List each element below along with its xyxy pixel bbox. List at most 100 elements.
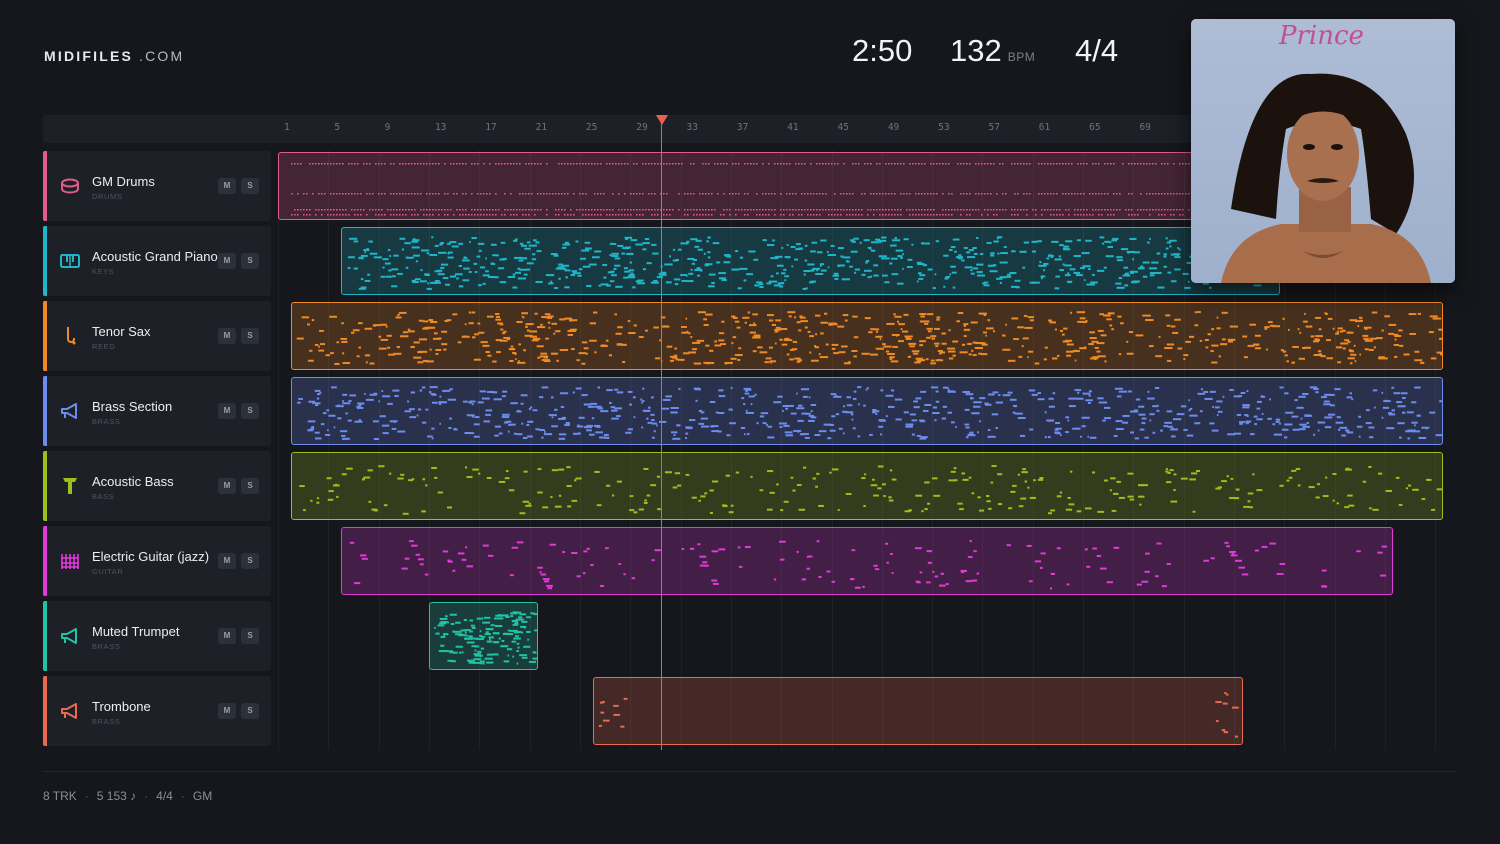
status-footer: 8 TRK · 5 153 ♪ · 4/4 · GM: [43, 789, 213, 803]
midi-clip[interactable]: [291, 302, 1443, 370]
track-name: Muted Trumpet: [92, 624, 180, 639]
ruler-tick: 33: [686, 122, 698, 133]
track-category: BRASS: [92, 417, 121, 426]
track-color-bar: [43, 451, 47, 521]
ruler-tick: 49: [887, 122, 900, 133]
ruler-tick: 69: [1139, 122, 1151, 133]
brand-name: MIDIFILES: [44, 48, 134, 64]
track-color-bar: [43, 601, 47, 671]
tempo-value: 132: [950, 33, 1002, 68]
track-category: BRASS: [92, 642, 121, 651]
track-color-bar: [43, 676, 47, 746]
saxophone-icon: [60, 326, 80, 346]
track-name: Electric Guitar (jazz): [92, 549, 210, 564]
footer-divider: [43, 771, 1457, 772]
clip-notes: [291, 163, 1289, 216]
solo-button[interactable]: S: [241, 553, 259, 569]
trombone-icon: [60, 701, 80, 721]
trumpet-icon: [60, 626, 80, 646]
solo-button[interactable]: S: [241, 328, 259, 344]
ruler-tick: 1: [284, 122, 290, 133]
playhead[interactable]: [660, 122, 663, 750]
track-category: DRUMS: [92, 192, 123, 201]
midi-clip[interactable]: [278, 152, 1292, 220]
clip-notes: [297, 386, 1442, 440]
track-category: BASS: [92, 492, 115, 501]
clip-notes: [349, 540, 1388, 590]
midi-clip[interactable]: [341, 527, 1393, 595]
album-cover: Prince: [1191, 19, 1455, 283]
horn-icon: [60, 401, 80, 421]
mute-button[interactable]: M: [218, 253, 236, 269]
track-header[interactable]: Electric Guitar (jazz) GUITAR M S: [43, 526, 271, 596]
ruler-tick: 13: [434, 122, 447, 133]
track-header[interactable]: GM Drums DRUMS M S: [43, 151, 271, 221]
track-name: Acoustic Bass: [92, 474, 174, 489]
album-script-title: Prince: [1279, 21, 1364, 51]
guitar-icon: [60, 551, 80, 571]
track-color-bar: [43, 301, 47, 371]
mute-button[interactable]: M: [218, 478, 236, 494]
clip-notes: [299, 465, 1442, 515]
time-signature-display[interactable]: 4/4: [1075, 33, 1118, 69]
brand-logo: MIDIFILES .COM: [44, 48, 184, 64]
midi-clip[interactable]: [291, 452, 1443, 520]
grid-line: [278, 150, 279, 750]
ruler-tick: 25: [585, 122, 598, 133]
ruler-tick: 61: [1038, 122, 1051, 133]
track-header[interactable]: Acoustic Bass BASS M S: [43, 451, 271, 521]
clip-notes: [598, 692, 1239, 738]
track-count: 8 TRK: [43, 789, 77, 803]
track-color-bar: [43, 526, 47, 596]
brand-suffix: .COM: [139, 48, 185, 64]
track-header[interactable]: Acoustic Grand Piano KEYS M S: [43, 226, 271, 296]
track-category: REED: [92, 342, 116, 351]
ruler-tick: 5: [334, 122, 341, 133]
midi-clip[interactable]: [341, 227, 1280, 295]
signature-value: 4/4: [1075, 33, 1119, 68]
mute-button[interactable]: M: [218, 403, 236, 419]
track-header[interactable]: Trombone BRASS M S: [43, 676, 271, 746]
ruler-tick: 45: [837, 122, 849, 133]
solo-button[interactable]: S: [241, 403, 259, 419]
midi-standard: GM: [192, 789, 213, 803]
track-name: Tenor Sax: [92, 324, 151, 339]
mute-button[interactable]: M: [218, 703, 236, 719]
track-category: GUITAR: [92, 567, 124, 576]
ruler-tick: 65: [1089, 122, 1101, 133]
ruler-tick: 41: [787, 122, 799, 133]
ruler-tick: 9: [384, 122, 391, 133]
midi-clip[interactable]: [593, 677, 1243, 745]
mute-button[interactable]: M: [218, 628, 236, 644]
tempo-display[interactable]: 132 BPM: [950, 33, 1035, 69]
track-header[interactable]: Muted Trumpet BRASS M S: [43, 601, 271, 671]
mute-button[interactable]: M: [218, 553, 236, 569]
track-name: Brass Section: [92, 399, 173, 414]
ruler-tick: 29: [636, 122, 648, 133]
track-category: KEYS: [92, 267, 115, 276]
bass-icon: [60, 476, 80, 496]
album-cover-art: [1191, 19, 1455, 283]
track-color-bar: [43, 151, 47, 221]
midi-clip[interactable]: [291, 377, 1443, 445]
ruler-tick: 17: [485, 122, 497, 133]
grid-line: [328, 150, 330, 750]
ruler-tick: 53: [938, 122, 950, 133]
solo-button[interactable]: S: [241, 628, 259, 644]
mute-button[interactable]: M: [218, 178, 236, 194]
track-header[interactable]: Brass Section BRASS M S: [43, 376, 271, 446]
solo-button[interactable]: S: [241, 178, 259, 194]
ruler-tick: 21: [535, 122, 548, 133]
time-display: 2:50: [852, 33, 912, 69]
note-count: 5 153 ♪: [96, 789, 137, 803]
mute-button[interactable]: M: [218, 328, 236, 344]
solo-button[interactable]: S: [241, 253, 259, 269]
piano-icon: [60, 251, 80, 271]
solo-button[interactable]: S: [241, 703, 259, 719]
track-color-bar: [43, 376, 47, 446]
track-header[interactable]: Tenor Sax REED M S: [43, 301, 271, 371]
clip-notes: [296, 311, 1442, 365]
solo-button[interactable]: S: [241, 478, 259, 494]
midi-clip[interactable]: [429, 602, 538, 670]
footer-signature: 4/4: [156, 789, 173, 803]
